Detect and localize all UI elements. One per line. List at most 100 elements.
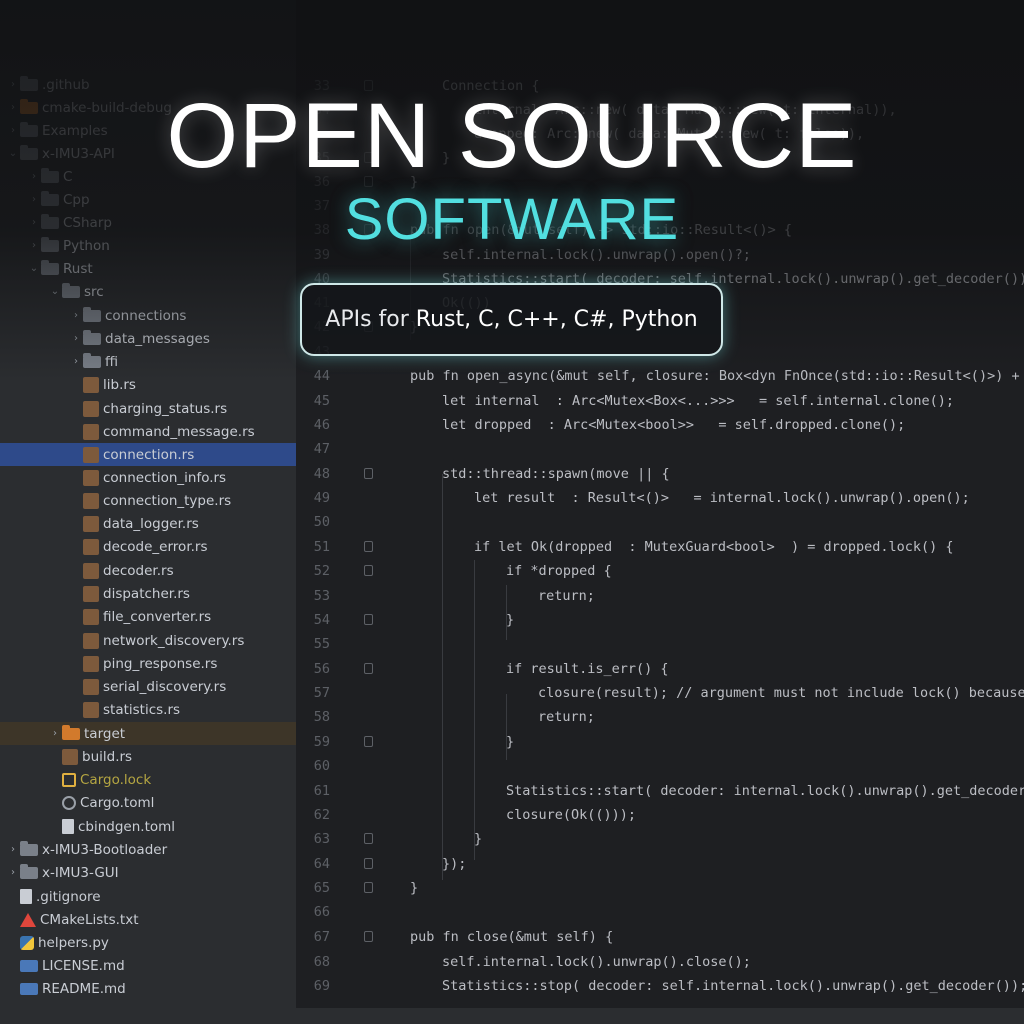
tree-item[interactable]: .gitignore xyxy=(0,885,296,908)
line-number: 65 xyxy=(313,880,330,896)
tree-item[interactable]: › ffi xyxy=(0,350,296,373)
fold-marker-icon[interactable] xyxy=(364,663,373,674)
rust-file-icon xyxy=(83,608,99,625)
line-number: 62 xyxy=(313,807,330,823)
tree-item[interactable]: cbindgen.toml xyxy=(0,815,296,838)
tree-item[interactable]: Cargo.toml xyxy=(0,791,296,814)
tree-item[interactable]: ping_response.rs xyxy=(0,652,296,675)
indent-guide xyxy=(506,694,507,760)
tree-item[interactable]: decode_error.rs xyxy=(0,535,296,558)
line-number: 61 xyxy=(313,783,330,799)
code-line[interactable]: 63} xyxy=(296,827,1024,851)
tree-item[interactable]: ⌄ src xyxy=(0,280,296,303)
line-number: 57 xyxy=(313,685,330,701)
code-line[interactable]: 58 return; xyxy=(296,705,1024,729)
code-text: if result.is_err() { xyxy=(506,661,669,677)
tree-item[interactable]: › target xyxy=(0,722,296,745)
code-line[interactable]: 61 Statistics::start( decoder: internal.l… xyxy=(296,779,1024,803)
tree-item[interactable]: › data_messages xyxy=(0,327,296,350)
code-line[interactable]: 66 xyxy=(296,900,1024,924)
tree-item-label: charging_status.rs xyxy=(103,400,228,417)
tree-item[interactable]: build.rs xyxy=(0,745,296,768)
chevron-right-icon[interactable]: › xyxy=(69,310,83,321)
tree-item[interactable]: Cargo.lock xyxy=(0,768,296,791)
fold-marker-icon[interactable] xyxy=(364,858,373,869)
code-line[interactable]: 50 xyxy=(296,510,1024,534)
fold-marker-icon[interactable] xyxy=(364,882,373,893)
rust-file-icon xyxy=(83,376,99,393)
tree-item-label: file_converter.rs xyxy=(103,608,212,625)
code-text: closure(Ok(())); xyxy=(506,807,637,823)
line-number: 66 xyxy=(313,904,330,920)
api-languages-pill: APIs for Rust, C, C++, C#, Python xyxy=(300,283,723,356)
tree-item[interactable]: ⌄ Rust xyxy=(0,257,296,280)
tree-item[interactable]: connection_type.rs xyxy=(0,489,296,512)
code-line[interactable]: 52 if *dropped { xyxy=(296,559,1024,583)
code-line[interactable]: 56 if result.is_err() { xyxy=(296,657,1024,681)
code-text: if let Ok(dropped : MutexGuard<bool> ) =… xyxy=(474,539,954,555)
code-line[interactable]: 48 std::thread::spawn(move || { xyxy=(296,462,1024,486)
fold-marker-icon[interactable] xyxy=(364,565,373,576)
tree-item[interactable]: file_converter.rs xyxy=(0,605,296,628)
fold-marker-icon[interactable] xyxy=(364,614,373,625)
code-text: } xyxy=(506,734,515,750)
tree-item[interactable]: charging_status.rs xyxy=(0,397,296,420)
fold-marker-icon[interactable] xyxy=(364,931,373,942)
tree-item[interactable]: CMakeLists.txt xyxy=(0,908,296,931)
chevron-right-icon[interactable]: › xyxy=(48,728,62,739)
tree-item[interactable]: dispatcher.rs xyxy=(0,582,296,605)
code-line[interactable]: 44 pub fn open_async(&mut self, closure: … xyxy=(296,364,1024,388)
tree-item[interactable]: decoder.rs xyxy=(0,559,296,582)
code-line[interactable]: 62 closure(Ok(())); xyxy=(296,803,1024,827)
chevron-right-icon[interactable]: › xyxy=(6,844,20,855)
tree-item[interactable]: › x-IMU3-Bootloader xyxy=(0,838,296,861)
code-text: closure(result); // argument must not in… xyxy=(538,685,1024,701)
tree-item[interactable]: connection_info.rs xyxy=(0,466,296,489)
fold-marker-icon[interactable] xyxy=(364,468,373,479)
code-line[interactable]: 45 let internal : Arc<Mutex<Box<...>>> = … xyxy=(296,389,1024,413)
tree-item[interactable]: network_discovery.rs xyxy=(0,629,296,652)
code-line[interactable]: 59} xyxy=(296,730,1024,754)
line-number: 44 xyxy=(313,368,330,384)
tree-item[interactable]: serial_discovery.rs xyxy=(0,675,296,698)
code-line[interactable]: 64}); xyxy=(296,852,1024,876)
tree-item[interactable]: › connections xyxy=(0,304,296,327)
fold-marker-icon[interactable] xyxy=(364,736,373,747)
chevron-right-icon[interactable]: › xyxy=(69,333,83,344)
tree-item[interactable]: command_message.rs xyxy=(0,420,296,443)
line-number: 49 xyxy=(313,490,330,506)
tree-item[interactable]: LICENSE.md xyxy=(0,954,296,977)
code-line[interactable]: 60 xyxy=(296,754,1024,778)
tree-item-label: serial_discovery.rs xyxy=(103,678,227,695)
code-line[interactable]: 47 xyxy=(296,437,1024,461)
code-line[interactable]: 54} xyxy=(296,608,1024,632)
tree-item-label: dispatcher.rs xyxy=(103,585,190,602)
code-line[interactable]: 65} xyxy=(296,876,1024,900)
code-line[interactable]: 53 return; xyxy=(296,584,1024,608)
chevron-down-icon[interactable]: ⌄ xyxy=(27,263,41,274)
tree-item-label: src xyxy=(84,283,104,300)
code-line[interactable]: 69 Statistics::stop( decoder: self.intern… xyxy=(296,974,1024,998)
chevron-right-icon[interactable]: › xyxy=(69,356,83,367)
code-line[interactable]: 51 if let Ok(dropped : MutexGuard<bool> )… xyxy=(296,535,1024,559)
rust-file-icon xyxy=(83,446,99,463)
code-line[interactable]: 57 closure(result); // argument must not … xyxy=(296,681,1024,705)
line-number: 48 xyxy=(313,466,330,482)
fold-marker-icon[interactable] xyxy=(364,541,373,552)
tree-item[interactable]: › x-IMU3-GUI xyxy=(0,861,296,884)
code-line[interactable]: 46 let dropped : Arc<Mutex<bool>> = self.… xyxy=(296,413,1024,437)
chevron-down-icon[interactable]: ⌄ xyxy=(48,286,62,297)
tree-item[interactable]: lib.rs xyxy=(0,373,296,396)
code-line[interactable]: 68 self.internal.lock().unwrap().close(); xyxy=(296,950,1024,974)
tree-item[interactable]: helpers.py xyxy=(0,931,296,954)
chevron-right-icon[interactable]: › xyxy=(6,867,20,878)
code-line[interactable]: 67 pub fn close(&mut self) { xyxy=(296,925,1024,949)
tree-item[interactable]: README.md xyxy=(0,977,296,1000)
code-line[interactable]: 55 xyxy=(296,632,1024,656)
code-line[interactable]: 49 let result : Result<()> = internal.loc… xyxy=(296,486,1024,510)
tree-item[interactable]: statistics.rs xyxy=(0,698,296,721)
fold-marker-icon[interactable] xyxy=(364,833,373,844)
tree-item[interactable]: connection.rs xyxy=(0,443,296,466)
tree-item[interactable]: data_logger.rs xyxy=(0,512,296,535)
status-bar xyxy=(0,1008,1024,1024)
